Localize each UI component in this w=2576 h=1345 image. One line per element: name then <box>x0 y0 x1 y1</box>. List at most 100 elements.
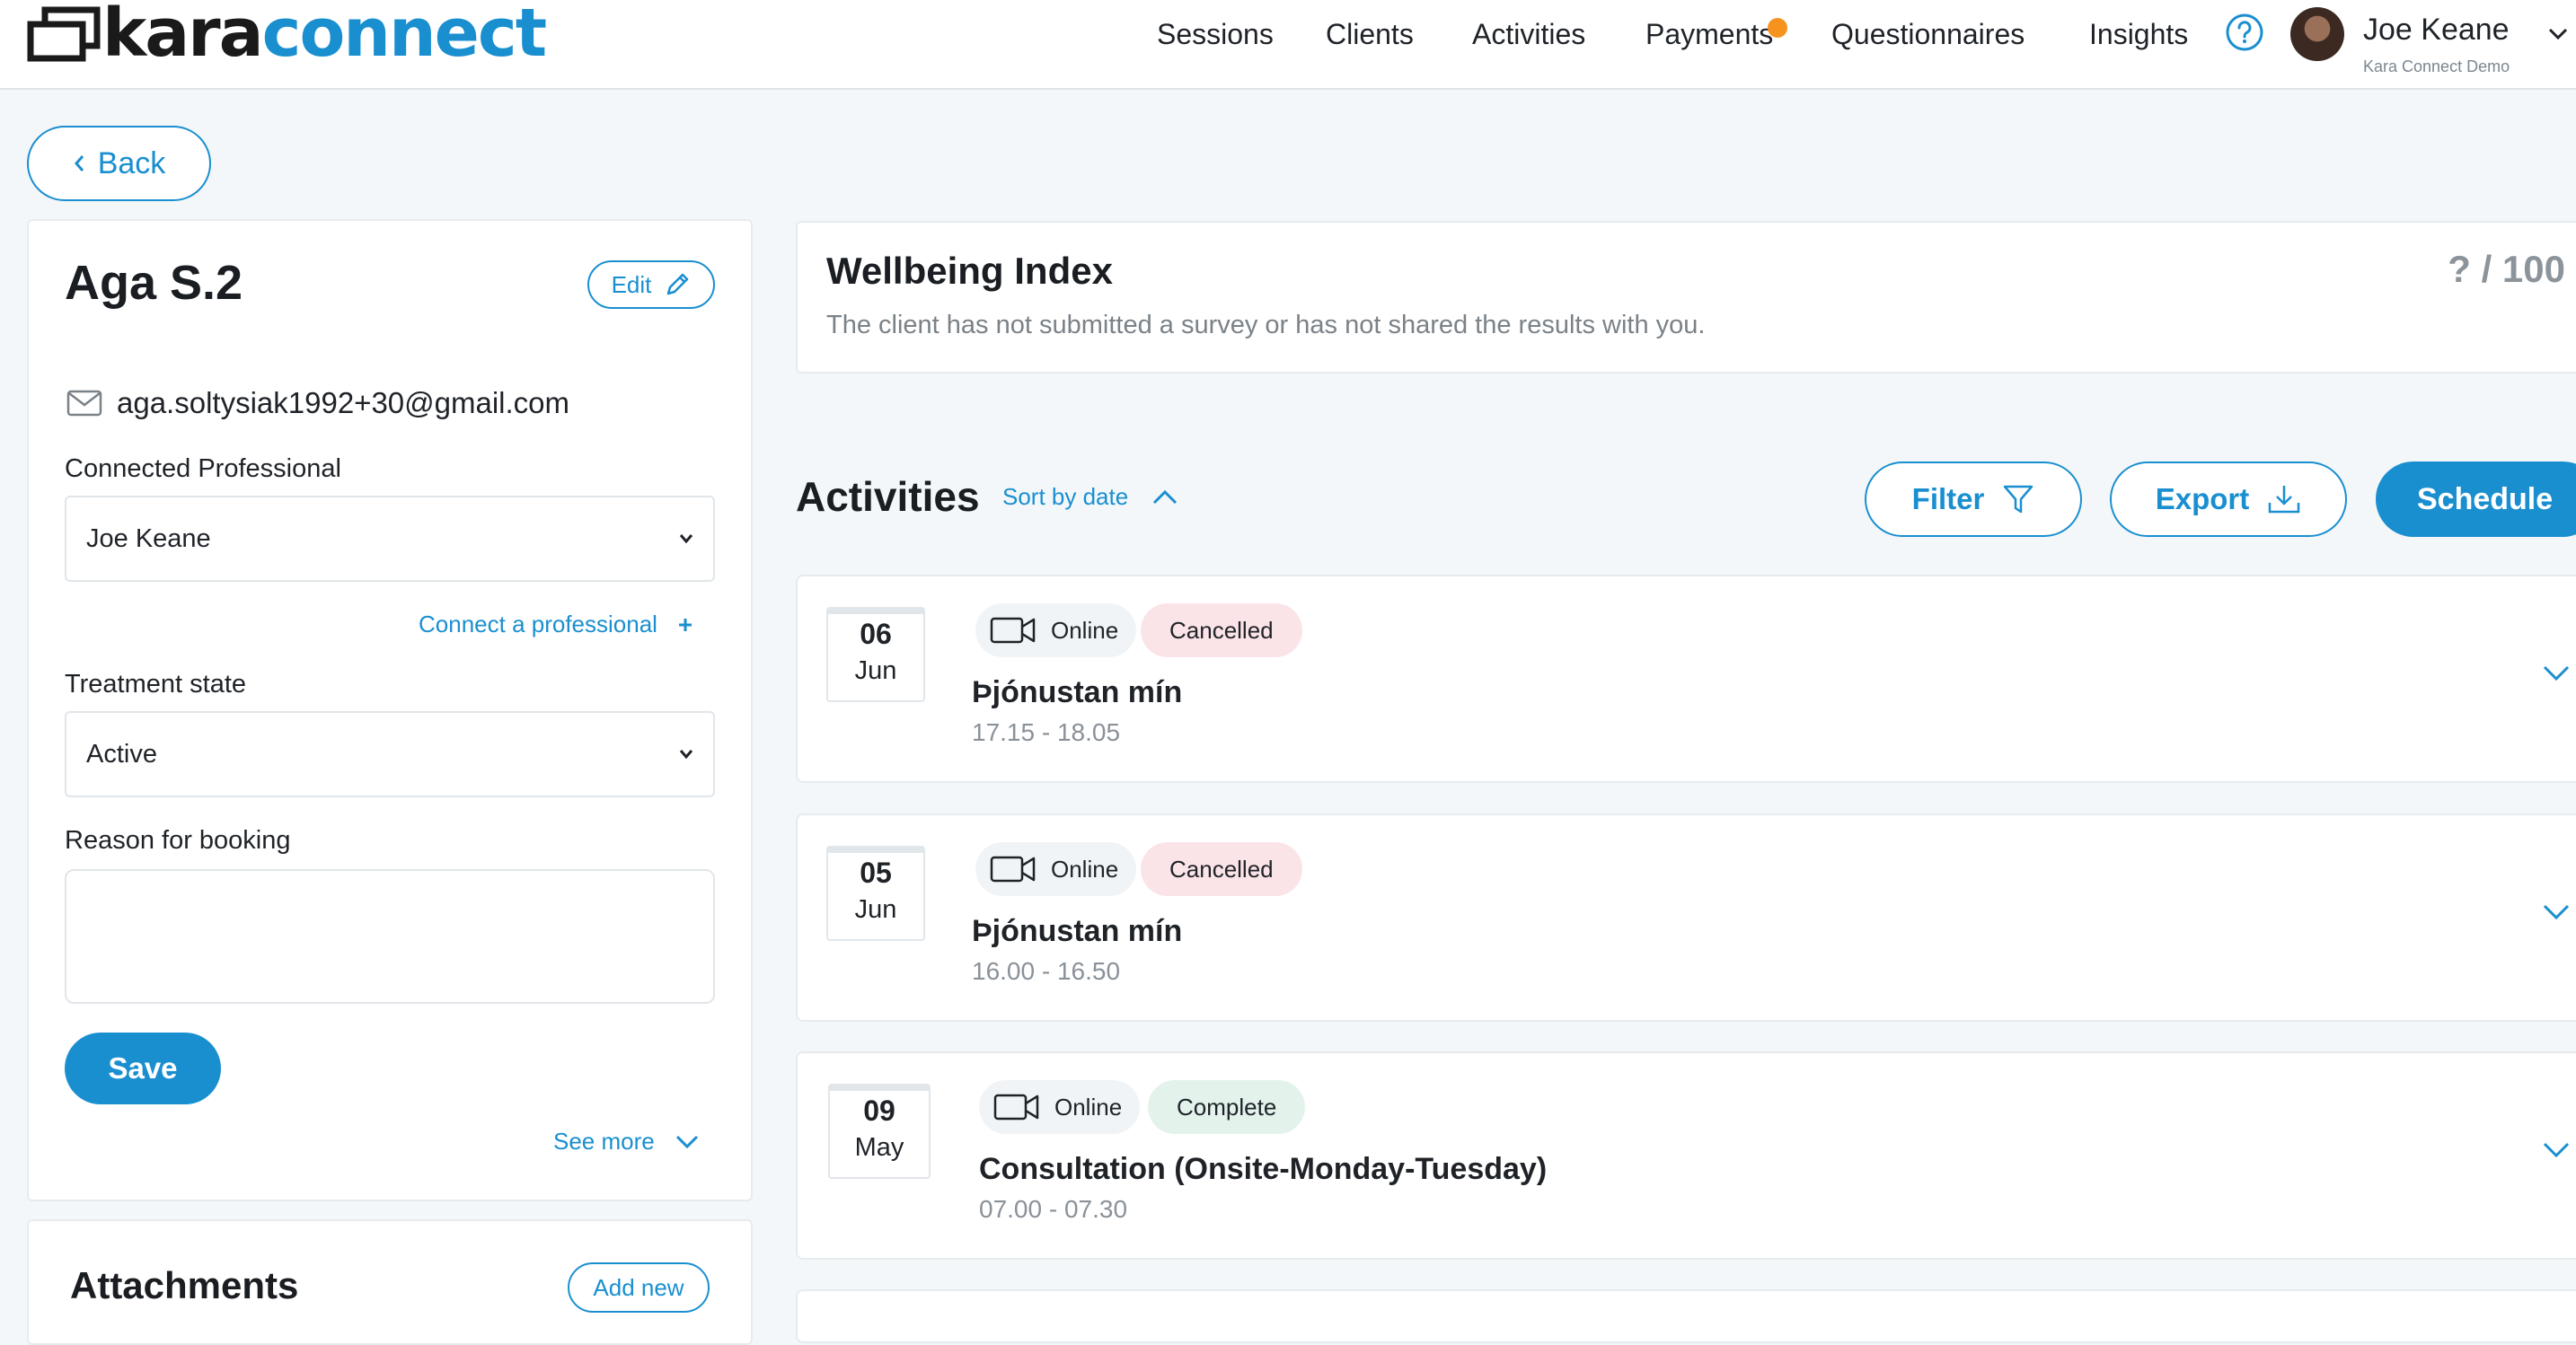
connect-professional-link[interactable]: Connect a professional <box>419 611 693 638</box>
date-month: Jun <box>854 895 897 924</box>
nav-label: Sessions <box>1157 17 1274 50</box>
nav-sessions[interactable]: Sessions <box>1157 0 1274 68</box>
chevron-down-icon <box>679 534 693 544</box>
date-month: Jun <box>854 656 897 685</box>
save-button[interactable]: Save <box>65 1033 221 1104</box>
pencil-icon <box>667 273 689 295</box>
date-day: 06 <box>860 618 892 650</box>
karaconnect-logo[interactable]: karaconnect <box>27 0 547 74</box>
status-badge: Complete <box>1148 1080 1306 1134</box>
nav-clients[interactable]: Clients <box>1326 0 1414 68</box>
plus-icon <box>678 618 692 631</box>
chevron-up-icon <box>1153 489 1178 504</box>
nav-label: Questionnaires <box>1831 17 2025 50</box>
status-label: Complete <box>1177 1093 1277 1121</box>
status-label: Cancelled <box>1169 616 1274 644</box>
user-name[interactable]: Joe Keane <box>2363 13 2510 48</box>
schedule-label: Schedule <box>2417 481 2554 516</box>
nav-label: Activities <box>1472 17 1586 50</box>
logo-text-connect: connect <box>261 0 547 72</box>
activity-card[interactable]: 05 Jun Online Cancelled Þjónustan mín 16… <box>796 813 2576 1022</box>
activity-card[interactable] <box>796 1289 2576 1343</box>
chip-label: Online <box>1051 616 1119 644</box>
filter-icon <box>2004 485 2033 514</box>
save-label: Save <box>108 1051 178 1085</box>
activity-name: Þjónustan mín <box>972 675 1183 709</box>
chip-label: Online <box>1051 855 1119 883</box>
nav-payments[interactable]: Payments <box>1645 0 1788 68</box>
connected-professional-label: Connected Professional <box>65 454 341 483</box>
date-badge: 05 Jun <box>826 846 925 941</box>
chevron-down-icon <box>679 750 693 760</box>
connected-professional-select[interactable]: Joe Keane <box>65 496 715 582</box>
sort-by-date-toggle[interactable]: Sort by date <box>1002 483 1178 511</box>
activity-card[interactable]: 06 Jun Online Cancelled Þjónustan mín 17… <box>796 575 2576 783</box>
nav-label: Payments <box>1645 17 1774 50</box>
status-badge: Cancelled <box>1141 842 1302 896</box>
activity-time: 17.15 - 18.05 <box>972 718 1121 746</box>
date-day: 05 <box>860 857 892 889</box>
help-circle-icon[interactable] <box>2225 13 2264 52</box>
wellbeing-title: Wellbeing Index <box>826 250 1113 292</box>
date-badge: 06 Jun <box>826 607 925 702</box>
chevron-down-icon[interactable] <box>2547 27 2569 41</box>
status-label: Cancelled <box>1169 855 1274 883</box>
wellbeing-index-card <box>796 221 2576 374</box>
filter-label: Filter <box>1911 482 1985 515</box>
sort-label: Sort by date <box>1002 483 1129 510</box>
add-new-label: Add new <box>593 1273 684 1301</box>
wellbeing-description: The client has not submitted a survey or… <box>826 311 1706 339</box>
status-badge: Cancelled <box>1141 603 1302 657</box>
chevron-down-icon[interactable] <box>2542 1141 2571 1159</box>
mail-icon <box>66 390 102 417</box>
reason-for-booking-label: Reason for booking <box>65 826 291 855</box>
activities-title: Activities <box>796 473 980 520</box>
online-chip: Online <box>975 603 1137 657</box>
download-icon <box>2269 486 2300 514</box>
chevron-left-icon <box>74 155 84 171</box>
nav-label: Insights <box>2089 17 2189 50</box>
treatment-state-select[interactable]: Active <box>65 711 715 797</box>
activity-name: Consultation (Onsite-Monday-Tuesday) <box>979 1152 1548 1186</box>
select-value: Joe Keane <box>86 523 211 553</box>
nav-questionnaires[interactable]: Questionnaires <box>1831 0 2025 68</box>
notification-badge <box>1768 18 1788 38</box>
nav-insights[interactable]: Insights <box>2089 0 2188 68</box>
video-camera-icon <box>990 856 1036 883</box>
back-button[interactable]: Back <box>27 126 211 201</box>
edit-button[interactable]: Edit <box>587 260 715 309</box>
add-new-attachment-button[interactable]: Add new <box>568 1262 710 1313</box>
avatar[interactable] <box>2290 7 2344 61</box>
logo-text-kara: kara <box>102 0 264 72</box>
select-value: Active <box>86 739 157 769</box>
top-header: karaconnect Sessions Clients Activities … <box>0 0 2576 90</box>
date-month: May <box>854 1133 904 1162</box>
see-more-label: See more <box>553 1128 655 1155</box>
schedule-button[interactable]: Schedule <box>2376 462 2576 537</box>
chip-label: Online <box>1054 1093 1123 1121</box>
attachments-title: Attachments <box>70 1264 299 1306</box>
see-more-link[interactable]: See more <box>553 1128 700 1156</box>
nav-activities[interactable]: Activities <box>1472 0 1585 68</box>
nav-label: Clients <box>1326 17 1414 50</box>
back-label: Back <box>97 145 166 180</box>
chevron-down-icon[interactable] <box>2542 903 2571 921</box>
wellbeing-score: ? / 100 <box>2448 248 2565 290</box>
online-chip: Online <box>979 1080 1141 1134</box>
activity-name: Þjónustan mín <box>972 914 1183 948</box>
activity-card[interactable]: 09 May Online Complete Consultation (Ons… <box>796 1051 2576 1260</box>
export-button[interactable]: Export <box>2110 462 2347 537</box>
chevron-down-icon <box>675 1135 698 1148</box>
email-text: aga.soltysiak1992+30@gmail.com <box>117 386 570 419</box>
video-camera-icon <box>990 617 1036 644</box>
video-camera-icon <box>993 1094 1039 1121</box>
edit-label: Edit <box>611 270 652 298</box>
connect-label: Connect a professional <box>419 611 657 637</box>
date-day: 09 <box>863 1094 895 1127</box>
client-email: aga.soltysiak1992+30@gmail.com <box>66 386 569 420</box>
chevron-down-icon[interactable] <box>2542 664 2571 682</box>
reason-for-booking-input[interactable] <box>65 869 715 1004</box>
date-badge: 09 May <box>828 1084 931 1179</box>
logo-mark-icon <box>27 6 101 62</box>
filter-button[interactable]: Filter <box>1865 462 2082 537</box>
